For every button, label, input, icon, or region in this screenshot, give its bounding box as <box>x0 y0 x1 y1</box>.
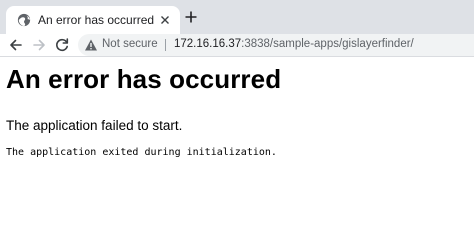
plus-icon[interactable] <box>184 10 198 24</box>
browser-toolbar: Not secure 172.16.16.37:3838/sample-apps… <box>0 34 474 57</box>
error-detail: The application exited during initializa… <box>6 147 277 158</box>
tab-title: An error has occurred <box>38 13 155 27</box>
url-host: 172.16.16.37 <box>174 38 242 50</box>
url-text[interactable]: 172.16.16.37:3838/sample-apps/gislayerfi… <box>174 38 414 50</box>
arrow-right-icon[interactable] <box>31 37 47 53</box>
globe-icon <box>17 13 31 27</box>
security-label[interactable]: Not secure <box>102 38 158 50</box>
error-message: The application failed to start. <box>6 118 183 133</box>
url-path: :3838/sample-apps/gislayerfinder/ <box>241 38 414 50</box>
page-title: An error has occurred <box>6 64 282 94</box>
browser-tab[interactable]: An error has occurred <box>6 6 180 34</box>
reload-icon[interactable] <box>54 37 70 53</box>
tab-strip: An error has occurred <box>0 0 474 34</box>
address-bar[interactable]: Not secure 172.16.16.37:3838/sample-apps… <box>78 34 474 56</box>
close-icon[interactable] <box>158 13 172 27</box>
warning-icon[interactable] <box>84 38 98 52</box>
address-divider <box>165 39 166 51</box>
arrow-left-icon[interactable] <box>8 37 24 53</box>
